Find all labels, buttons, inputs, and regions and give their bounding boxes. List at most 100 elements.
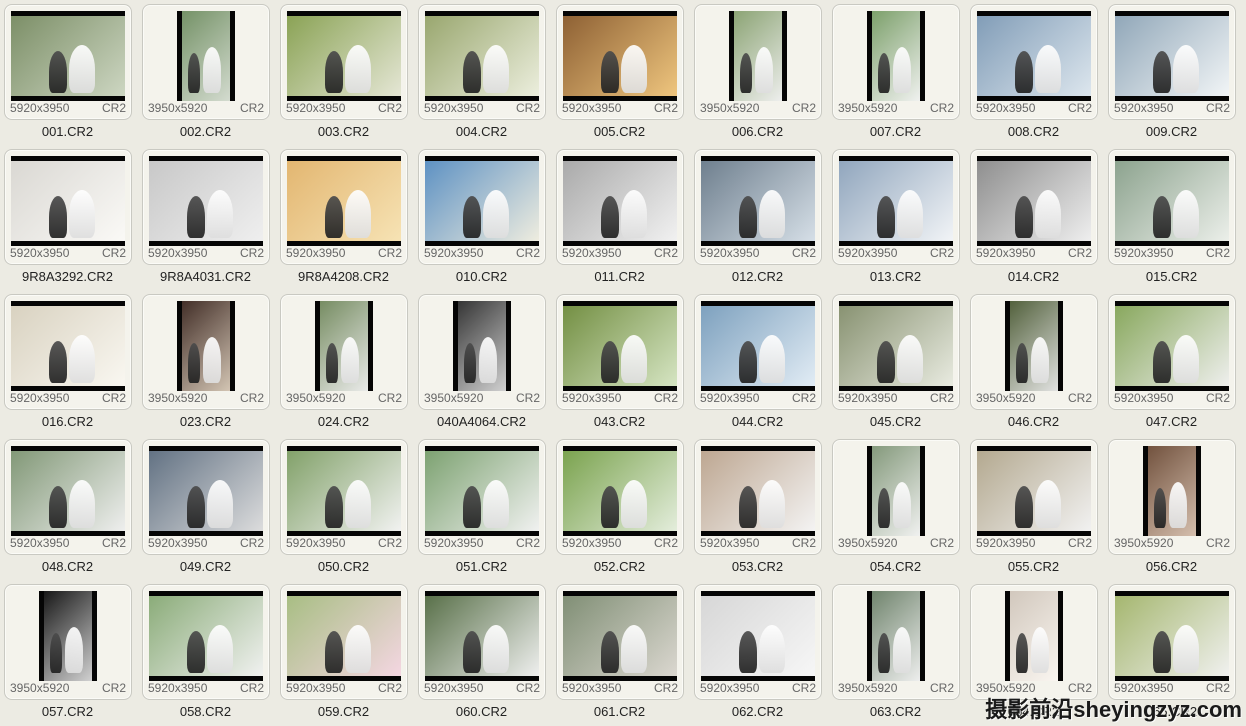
file-item[interactable]: 3950x5920 CR2 023.CR2 <box>140 290 278 435</box>
file-item[interactable]: 5920x3950 CR2 045.CR2 <box>830 290 968 435</box>
thumbnail-tile[interactable]: 5920x3950 CR2 <box>694 439 822 555</box>
thumbnail-tile[interactable]: 5920x3950 CR2 <box>4 4 132 120</box>
thumbnail-tile[interactable]: 5920x3950 CR2 <box>556 584 684 700</box>
file-item[interactable]: 5920x3950 CR2 9R8A3292.CR2 <box>2 145 140 290</box>
file-name[interactable]: 010.CR2 <box>416 269 547 285</box>
thumbnail-tile[interactable]: 5920x3950 CR2 <box>694 294 822 410</box>
thumbnail-tile[interactable]: 5920x3950 CR2 <box>280 149 408 265</box>
file-name[interactable]: 011.CR2 <box>554 269 685 285</box>
file-name[interactable]: 043.CR2 <box>554 414 685 430</box>
file-item[interactable]: 5920x3950 CR2 050.CR2 <box>278 435 416 580</box>
file-name[interactable]: 040A4064.CR2 <box>416 414 547 430</box>
file-name[interactable]: 001.CR2 <box>2 124 133 140</box>
file-name[interactable]: 054.CR2 <box>830 559 961 575</box>
thumbnail-tile[interactable]: 3950x5920 CR2 <box>832 439 960 555</box>
file-item[interactable]: 5920x3950 CR2 044.CR2 <box>692 290 830 435</box>
file-item[interactable]: 5920x3950 CR2 016.CR2 <box>2 290 140 435</box>
file-name[interactable]: 004.CR2 <box>416 124 547 140</box>
thumbnail-tile[interactable]: 5920x3950 CR2 <box>556 4 684 120</box>
file-item[interactable]: 5920x3950 CR2 011.CR2 <box>554 145 692 290</box>
file-item[interactable]: 5920x3950 CR2 043.CR2 <box>554 290 692 435</box>
thumbnail-tile[interactable]: 3950x5920 CR2 <box>142 294 270 410</box>
file-item[interactable]: 5920x3950 CR2 048.CR2 <box>2 435 140 580</box>
thumbnail-tile[interactable]: 5920x3950 CR2 <box>832 149 960 265</box>
file-name[interactable]: 058.CR2 <box>140 704 271 720</box>
file-item[interactable]: 5920x3950 CR2 060.CR2 <box>416 580 554 725</box>
thumbnail-tile[interactable]: 5920x3950 CR2 <box>694 584 822 700</box>
file-name[interactable]: 044.CR2 <box>692 414 823 430</box>
file-item[interactable]: 5920x3950 CR2 049.CR2 <box>140 435 278 580</box>
file-item[interactable]: 5920x3950 CR2 013.CR2 <box>830 145 968 290</box>
thumbnail-tile[interactable]: 3950x5920 CR2 <box>832 584 960 700</box>
file-item[interactable]: 5920x3950 CR2 012.CR2 <box>692 145 830 290</box>
file-item[interactable]: 3950x5920 CR2 007.CR2 <box>830 0 968 145</box>
thumbnail-tile[interactable]: 5920x3950 CR2 <box>1108 4 1236 120</box>
thumbnail-tile[interactable]: 5920x3950 CR2 <box>280 584 408 700</box>
file-item[interactable]: 3950x5920 CR2 056.CR2 <box>1106 435 1244 580</box>
thumbnail-tile[interactable]: 5920x3950 CR2 <box>832 294 960 410</box>
file-name[interactable]: 002.CR2 <box>140 124 271 140</box>
thumbnail-tile[interactable]: 5920x3950 CR2 <box>694 149 822 265</box>
file-name[interactable]: 063.CR2 <box>830 704 961 720</box>
file-item[interactable]: 5920x3950 CR2 047.CR2 <box>1106 290 1244 435</box>
file-name[interactable]: 006.CR2 <box>692 124 823 140</box>
thumbnail-tile[interactable]: 5920x3950 CR2 <box>418 4 546 120</box>
thumbnail-tile[interactable]: 3950x5920 CR2 <box>970 294 1098 410</box>
thumbnail-tile[interactable]: 3950x5920 CR2 <box>832 4 960 120</box>
file-name[interactable]: 9R8A4208.CR2 <box>278 269 409 285</box>
file-name[interactable]: 012.CR2 <box>692 269 823 285</box>
file-name[interactable]: 005.CR2 <box>554 124 685 140</box>
file-item[interactable]: 5920x3950 CR2 008.CR2 <box>968 0 1106 145</box>
thumbnail-tile[interactable]: 5920x3950 CR2 <box>556 294 684 410</box>
thumbnail-tile[interactable]: 3950x5920 CR2 <box>694 4 822 120</box>
file-name[interactable]: 053.CR2 <box>692 559 823 575</box>
thumbnail-tile[interactable]: 5920x3950 CR2 <box>970 439 1098 555</box>
file-name[interactable]: 061.CR2 <box>554 704 685 720</box>
file-item[interactable]: 5920x3950 CR2 009.CR2 <box>1106 0 1244 145</box>
file-item[interactable]: 5920x3950 CR2 058.CR2 <box>140 580 278 725</box>
file-name[interactable]: 050.CR2 <box>278 559 409 575</box>
file-item[interactable]: 5920x3950 CR2 051.CR2 <box>416 435 554 580</box>
file-name[interactable]: 9R8A4031.CR2 <box>140 269 271 285</box>
file-name[interactable]: 015.CR2 <box>1106 269 1237 285</box>
file-item[interactable]: 5920x3950 CR2 015.CR2 <box>1106 145 1244 290</box>
file-name[interactable]: 003.CR2 <box>278 124 409 140</box>
file-item[interactable]: 5920x3950 CR2 9R8A4031.CR2 <box>140 145 278 290</box>
file-name[interactable]: 016.CR2 <box>2 414 133 430</box>
file-item[interactable]: 3950x5920 CR2 002.CR2 <box>140 0 278 145</box>
file-name[interactable]: 052.CR2 <box>554 559 685 575</box>
file-name[interactable]: 062.CR2 <box>692 704 823 720</box>
file-name[interactable]: 023.CR2 <box>140 414 271 430</box>
file-name[interactable]: 057.CR2 <box>2 704 133 720</box>
thumbnail-tile[interactable]: 3950x5920 CR2 <box>418 294 546 410</box>
file-item[interactable]: 5920x3950 CR2 9R8A4208.CR2 <box>278 145 416 290</box>
thumbnail-tile[interactable]: 5920x3950 CR2 <box>556 149 684 265</box>
file-name[interactable]: 045.CR2 <box>830 414 961 430</box>
file-item[interactable]: 5920x3950 CR2 004.CR2 <box>416 0 554 145</box>
file-item[interactable]: 5920x3950 CR2 005.CR2 <box>554 0 692 145</box>
thumbnail-tile[interactable]: 5920x3950 CR2 <box>418 149 546 265</box>
file-item[interactable]: 5920x3950 CR2 010.CR2 <box>416 145 554 290</box>
file-name[interactable]: 009.CR2 <box>1106 124 1237 140</box>
file-name[interactable]: 049.CR2 <box>140 559 271 575</box>
thumbnail-tile[interactable]: 3950x5920 CR2 <box>4 584 132 700</box>
file-name[interactable]: 048.CR2 <box>2 559 133 575</box>
file-name[interactable]: 014.CR2 <box>968 269 1099 285</box>
file-item[interactable]: 3950x5920 CR2 063.CR2 <box>830 580 968 725</box>
thumbnail-tile[interactable]: 5920x3950 CR2 <box>4 439 132 555</box>
thumbnail-tile[interactable]: 5920x3950 CR2 <box>556 439 684 555</box>
file-item[interactable]: 5920x3950 CR2 055.CR2 <box>968 435 1106 580</box>
file-name[interactable]: 060.CR2 <box>416 704 547 720</box>
thumbnail-tile[interactable]: 5920x3950 CR2 <box>418 584 546 700</box>
file-item[interactable]: 3950x5920 CR2 006.CR2 <box>692 0 830 145</box>
thumbnail-tile[interactable]: 5920x3950 CR2 <box>280 4 408 120</box>
file-name[interactable]: 051.CR2 <box>416 559 547 575</box>
thumbnail-tile[interactable]: 3950x5920 CR2 <box>280 294 408 410</box>
file-item[interactable]: 3950x5920 CR2 057.CR2 <box>2 580 140 725</box>
file-name[interactable]: 013.CR2 <box>830 269 961 285</box>
thumbnail-tile[interactable]: 5920x3950 CR2 <box>142 149 270 265</box>
thumbnail-tile[interactable]: 5920x3950 CR2 <box>1108 294 1236 410</box>
thumbnail-tile[interactable]: 5920x3950 CR2 <box>4 294 132 410</box>
thumbnail-tile[interactable]: 5920x3950 CR2 <box>142 584 270 700</box>
thumbnail-tile[interactable]: 3950x5920 CR2 <box>1108 439 1236 555</box>
